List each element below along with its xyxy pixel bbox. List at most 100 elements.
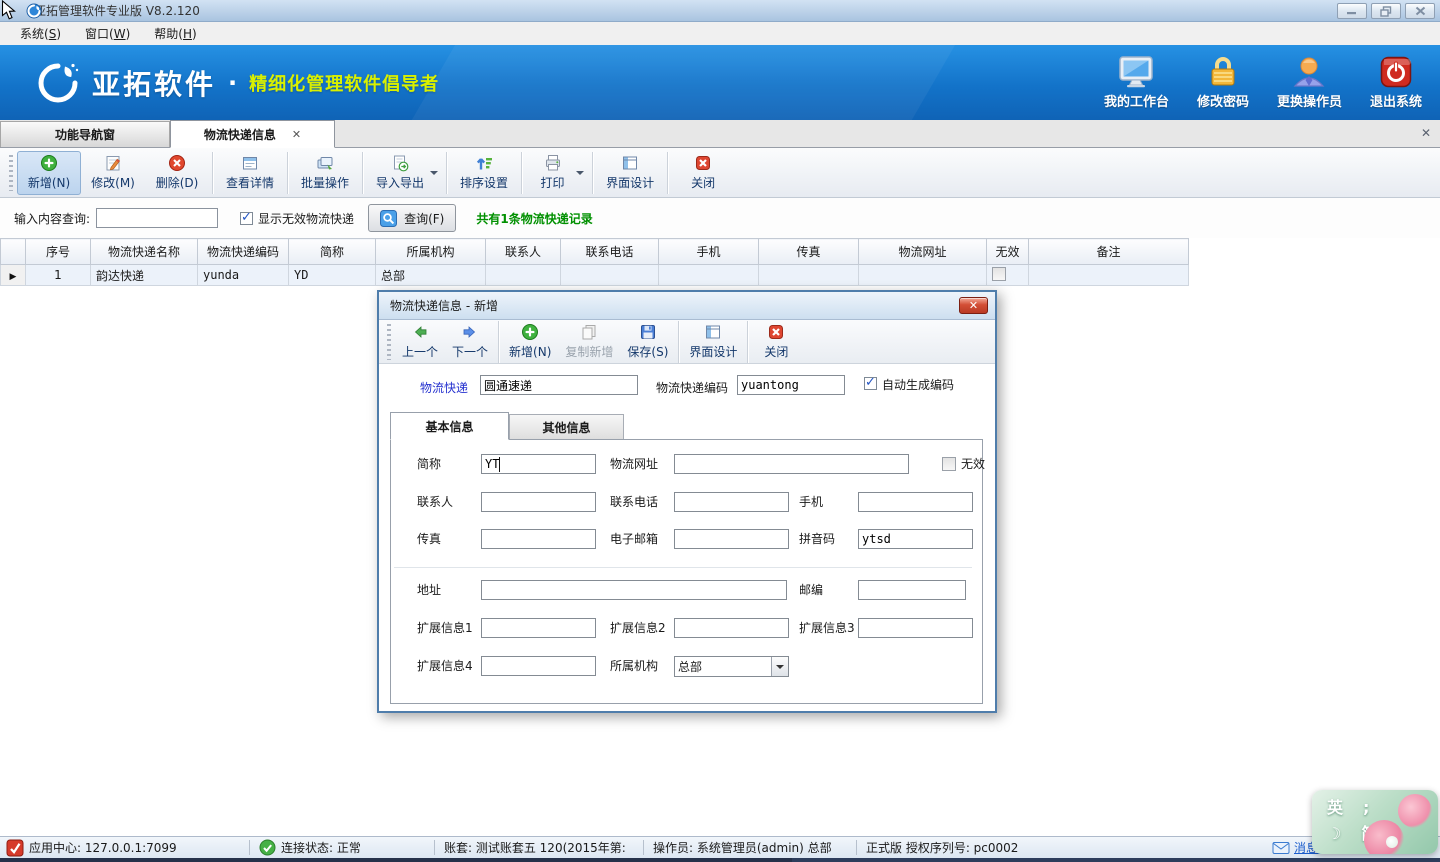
cell-url	[859, 265, 987, 286]
dialog-tab-other[interactable]: 其他信息	[509, 414, 624, 439]
tab-close-icon[interactable]: ✕	[292, 128, 301, 141]
tab-logistics-info[interactable]: 物流快递信息 ✕	[170, 120, 335, 148]
table-row[interactable]: ▶ 1 韵达快递 yunda YD 总部	[1, 265, 1189, 286]
detail-form-icon	[241, 154, 259, 172]
search-input[interactable]	[96, 208, 218, 228]
close-module-button[interactable]: 关闭	[671, 151, 735, 195]
name-field[interactable]	[480, 375, 638, 395]
toolbar-separator	[521, 152, 522, 194]
column-header-invalid[interactable]: 无效	[987, 239, 1029, 265]
zip-field[interactable]	[858, 580, 966, 600]
add-button[interactable]: 新增(N)	[17, 151, 81, 195]
code-field[interactable]	[737, 375, 845, 395]
edit-button[interactable]: 修改(M)	[81, 151, 145, 195]
tel-field[interactable]	[674, 492, 789, 512]
minimize-button[interactable]	[1337, 3, 1367, 19]
show-invalid-checkbox[interactable]	[240, 212, 253, 225]
column-header-abbr[interactable]: 简称	[289, 239, 376, 265]
ext3-field-label: 扩展信息3	[799, 618, 855, 638]
select-arrow-icon[interactable]	[771, 657, 788, 676]
column-header-url[interactable]: 物流网址	[859, 239, 987, 265]
address-field[interactable]	[481, 580, 787, 600]
column-header-org[interactable]: 所属机构	[376, 239, 486, 265]
tab-function-nav[interactable]: 功能导航窗	[0, 121, 170, 147]
menu-item-system[interactable]: 系统(S)	[8, 22, 73, 45]
operator-text: 操作员: 系统管理员(admin) 总部	[653, 839, 832, 856]
dialog-tab-basic[interactable]: 基本信息	[390, 412, 509, 440]
magnifier-icon	[380, 210, 397, 227]
dialog-toolbar-grip[interactable]	[387, 324, 391, 360]
brand-banner: 亚拓软件 · 精细化管理软件倡导者 我的工作台 修改密码 更换操作员 退出系统	[0, 45, 1440, 120]
import-export-button[interactable]: 导入导出	[366, 151, 443, 195]
fax-field[interactable]	[481, 529, 596, 549]
lock-icon	[1208, 56, 1238, 88]
connection-status-text: 连接状态: 正常	[281, 839, 361, 856]
view-detail-button[interactable]: 查看详情	[216, 151, 284, 195]
column-header-code[interactable]: 物流快递编码	[198, 239, 289, 265]
menu-item-window[interactable]: 窗口(W)	[73, 22, 142, 45]
tabstrip-close-icon[interactable]: ✕	[1421, 126, 1431, 140]
column-header-seq[interactable]: 序号	[26, 239, 91, 265]
column-header-mobile[interactable]: 手机	[659, 239, 759, 265]
dropdown-caret-icon	[576, 171, 584, 179]
cell-seq: 1	[26, 265, 91, 286]
ime-toolbar[interactable]: 英 ; ☽ 简	[1312, 790, 1438, 854]
restore-button[interactable]	[1371, 3, 1401, 19]
dialog-titlebar[interactable]: 物流快递信息 - 新增 ✕	[379, 292, 995, 320]
ext1-field[interactable]	[481, 618, 596, 638]
ui-design-button[interactable]: 界面设计	[596, 151, 664, 195]
ext3-field[interactable]	[858, 618, 973, 638]
column-header-tel[interactable]: 联系电话	[561, 239, 659, 265]
row-selector-cell[interactable]: ▶	[1, 265, 26, 286]
flower-decoration	[1398, 794, 1432, 828]
switch-operator-button[interactable]: 更换操作员	[1277, 56, 1342, 110]
menu-item-help[interactable]: 帮助(H)	[142, 22, 208, 45]
copy-icon	[580, 323, 598, 341]
dialog-close-button[interactable]: ✕	[959, 297, 988, 314]
query-button[interactable]: 查询(F)	[368, 204, 456, 232]
auto-code-checkbox[interactable]	[864, 377, 877, 390]
save-button[interactable]: 保存(S)	[620, 322, 675, 362]
column-header-name[interactable]: 物流快递名称	[91, 239, 198, 265]
dialog-close-toolbar-button[interactable]: 关闭	[751, 322, 801, 362]
ime-punctuation-indicator[interactable]: ;	[1363, 795, 1369, 821]
exit-system-button[interactable]: 退出系统	[1370, 56, 1422, 110]
dialog-add-button[interactable]: 新增(N)	[502, 322, 558, 362]
mail-icon	[1272, 840, 1290, 855]
workbench-button[interactable]: 我的工作台	[1104, 56, 1169, 110]
org-select[interactable]: 总部	[674, 656, 789, 677]
dialog-ui-design-button[interactable]: 界面设计	[682, 322, 744, 362]
column-header-fax[interactable]: 传真	[759, 239, 859, 265]
column-header-contact[interactable]: 联系人	[486, 239, 561, 265]
copy-add-button[interactable]: 复制新增	[558, 322, 620, 362]
mobile-field[interactable]	[858, 492, 973, 512]
toolbar-grip[interactable]	[9, 155, 13, 191]
email-field[interactable]	[674, 529, 789, 549]
window-titlebar[interactable]: 亚拓管理软件专业版 V8.2.120	[0, 0, 1440, 22]
prev-record-button[interactable]: 上一个	[395, 322, 445, 362]
change-password-button[interactable]: 修改密码	[1197, 56, 1249, 110]
contact-field[interactable]	[481, 492, 596, 512]
ext4-field[interactable]	[481, 656, 596, 676]
toolbar-separator	[362, 152, 363, 194]
batch-ops-button[interactable]: 批量操作	[291, 151, 359, 195]
ime-language-indicator[interactable]: 英	[1327, 795, 1343, 821]
sort-settings-button[interactable]: 排序设置	[450, 151, 518, 195]
close-button[interactable]	[1405, 3, 1435, 19]
taskbar-edge	[0, 858, 1440, 862]
print-button[interactable]: 打印	[525, 151, 589, 195]
dialog-basic-panel: 简称 物流网址 无效 联系人 联系电话 手机 传真	[390, 440, 983, 704]
document-tabstrip: 功能导航窗 物流快递信息 ✕ ✕	[0, 120, 1440, 148]
next-record-button[interactable]: 下一个	[445, 322, 495, 362]
row-arrow-icon: ▶	[10, 272, 17, 282]
delete-button[interactable]: 删除(D)	[145, 151, 209, 195]
row-invalid-checkbox[interactable]	[992, 267, 1006, 281]
dialog-head-fields: 物流快递 物流快递编码 自动生成编码	[379, 364, 995, 412]
ime-halfwidth-moon-icon[interactable]: ☽	[1327, 821, 1341, 847]
plus-icon	[40, 154, 58, 172]
invalid-checkbox[interactable]	[942, 457, 956, 471]
site-field[interactable]	[674, 454, 909, 474]
ext2-field[interactable]	[674, 618, 789, 638]
pinyin-field[interactable]	[858, 529, 973, 549]
column-header-note[interactable]: 备注	[1029, 239, 1189, 265]
